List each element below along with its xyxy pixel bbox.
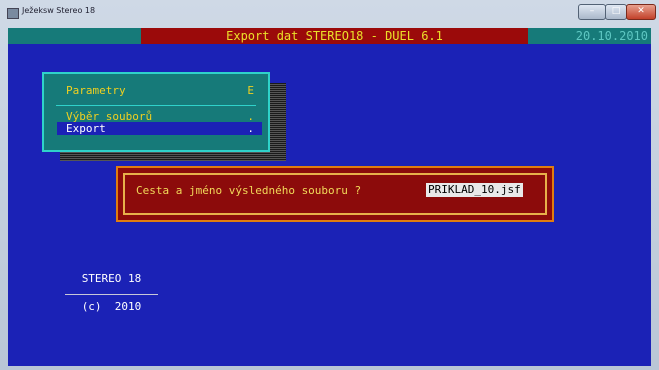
menu-item-label: Export [66,122,106,135]
close-icon: ✕ [637,6,645,16]
copyright-divider [65,294,158,295]
dialog-prompt: Cesta a jméno výsledného souboru ? [136,184,362,197]
menu-item-export[interactable]: Export . [57,122,262,135]
window-title: Ježeksw Stereo 18 [22,6,96,15]
main-menu: Parametry E Výběr souborů . Export . [42,72,270,152]
app-icon [7,8,19,19]
window-titlebar[interactable]: Ježeksw Stereo 18 – □ ✕ [0,0,659,22]
maximize-icon: □ [611,6,621,16]
dialog-frame: Cesta a jméno výsledného souboru ? PRIKL… [123,173,547,215]
console-screen: Export dat STEREO18 - DUEL 6.1 20.10.201… [8,28,651,366]
header-title: Export dat STEREO18 - DUEL 6.1 [226,29,443,43]
menu-item-key: . [247,122,254,135]
copyright-line: (c) 2010 [81,300,142,313]
menu-item-parametry[interactable]: Parametry E [66,84,254,97]
menu-item-label: Parametry [66,84,126,97]
menu-item-key: E [247,84,254,97]
close-button[interactable]: ✕ [626,4,656,20]
header-date: 20.10.2010 [575,29,648,43]
header-title-box: Export dat STEREO18 - DUEL 6.1 [141,28,528,44]
copyright-box: STEREO 18 (c) 2010 [61,265,162,319]
header-bar: Export dat STEREO18 - DUEL 6.1 20.10.201… [8,28,651,44]
export-path-dialog: Cesta a jméno výsledného souboru ? PRIKL… [116,166,554,222]
product-name: STEREO 18 [81,272,142,285]
menu-separator [56,105,256,106]
app-window: Ježeksw Stereo 18 – □ ✕ Export dat STERE… [0,0,659,370]
output-path-input[interactable]: PRIKLAD_10.jsf [426,183,523,197]
minimize-button[interactable]: – [578,4,606,20]
maximize-button[interactable]: □ [605,4,627,20]
minimize-icon: – [589,6,595,16]
